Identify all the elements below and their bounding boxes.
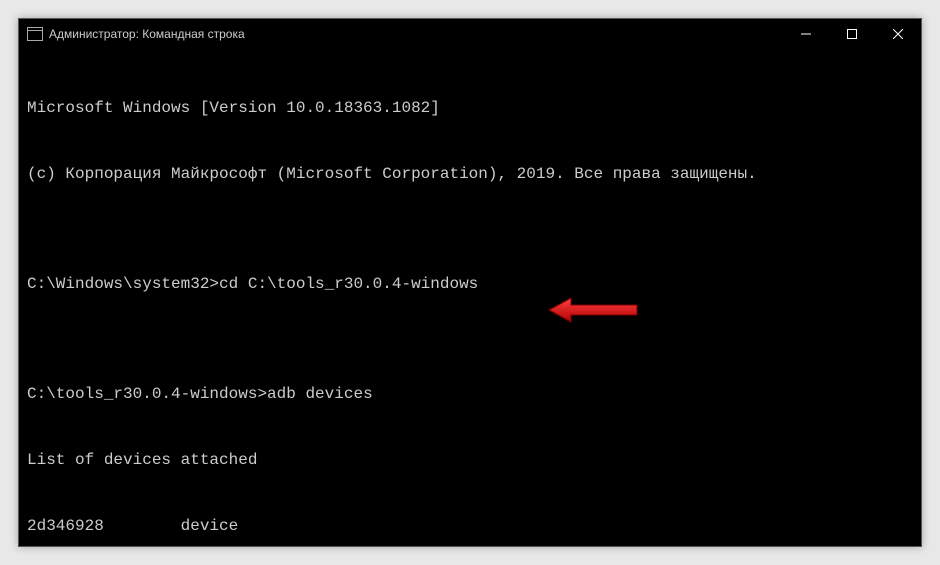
command-text: adb devices <box>267 385 373 403</box>
command-line: C:\tools_r30.0.4-windows>adb devices <box>27 383 913 405</box>
output-line: List of devices attached <box>27 449 913 471</box>
close-button[interactable] <box>875 19 921 49</box>
output-line: (c) Корпорация Майкрософт (Microsoft Cor… <box>27 163 913 185</box>
window-title: Администратор: Командная строка <box>49 27 245 41</box>
titlebar[interactable]: Администратор: Командная строка <box>19 19 921 49</box>
maximize-button[interactable] <box>829 19 875 49</box>
terminal-area[interactable]: Microsoft Windows [Version 10.0.18363.10… <box>19 49 921 546</box>
output-line: 2d346928 device <box>27 515 913 537</box>
minimize-button[interactable] <box>783 19 829 49</box>
prompt: C:\Windows\system32> <box>27 275 219 293</box>
cmd-window: Администратор: Командная строка Microsof… <box>18 18 922 547</box>
output-line: Microsoft Windows [Version 10.0.18363.10… <box>27 97 913 119</box>
annotation-arrow-icon <box>549 295 639 325</box>
command-line: C:\Windows\system32>cd C:\tools_r30.0.4-… <box>27 273 913 295</box>
cmd-icon <box>27 27 43 41</box>
command-text: cd C:\tools_r30.0.4-windows <box>219 275 478 293</box>
window-controls <box>783 19 921 49</box>
prompt: C:\tools_r30.0.4-windows> <box>27 385 267 403</box>
